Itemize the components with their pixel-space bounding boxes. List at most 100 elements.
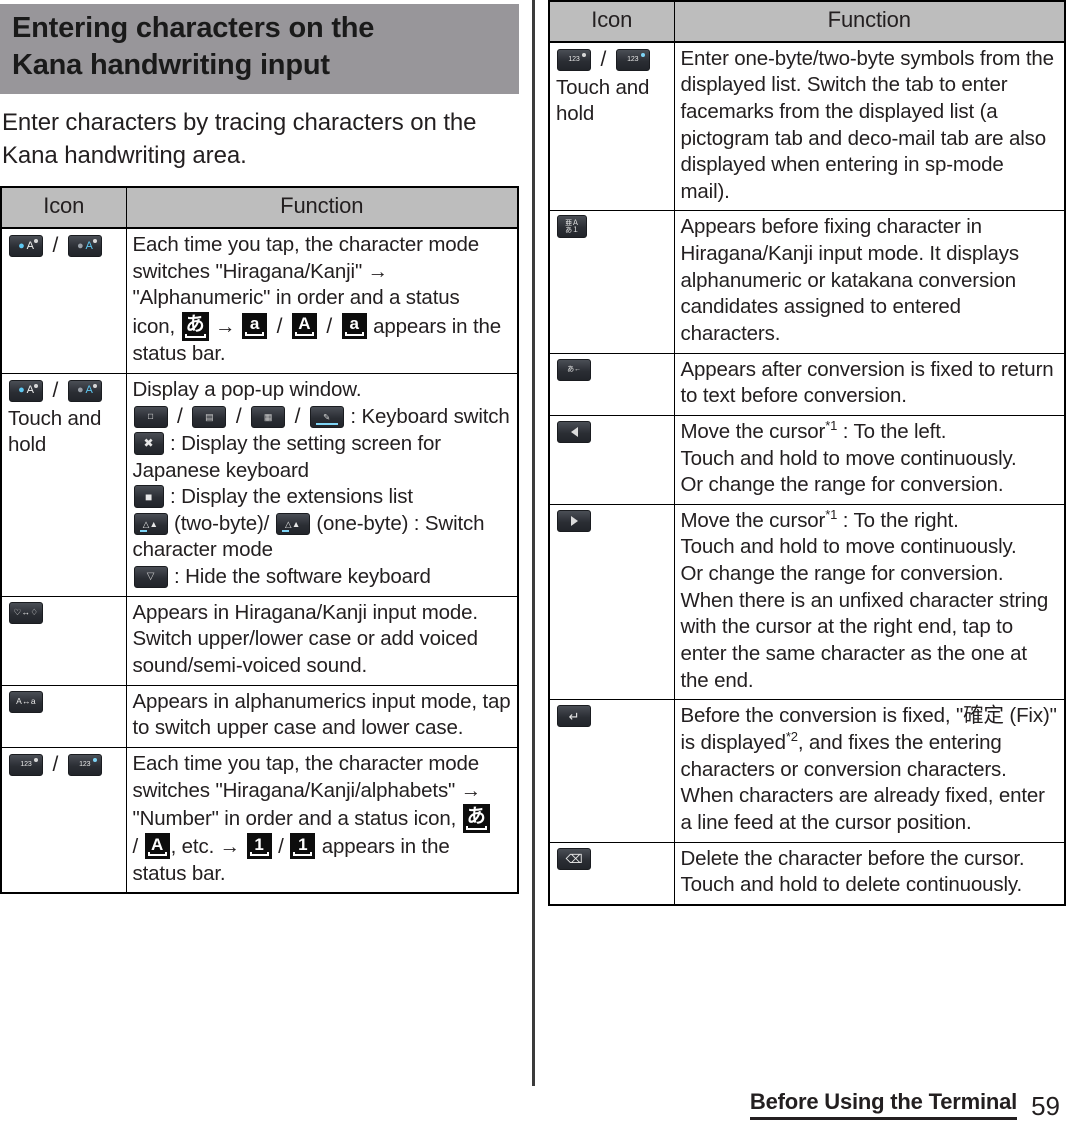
status-icon-number-1: 1 bbox=[246, 833, 272, 860]
status-icon-lower-a-alt: a bbox=[341, 312, 367, 339]
undo-conversion-icon: あ← bbox=[557, 358, 591, 381]
number-mode-icon-light: 123 bbox=[67, 753, 102, 776]
status-icon-upper-a: A bbox=[291, 312, 317, 339]
icon-cell: 123 / 123 bbox=[0, 746, 127, 894]
function-text-l3: "Alphanumeric" in order and a status bbox=[132, 286, 460, 310]
header-function: Function bbox=[125, 186, 519, 230]
table-row: Move the cursor*1 : To the right. Touch … bbox=[548, 503, 1066, 701]
extensions-text: : Display the extensions list bbox=[170, 485, 413, 509]
right-column: Icon Function 123 / 123 Touch and hold E… bbox=[548, 0, 1066, 906]
settings-tools-icon: ✖ bbox=[133, 431, 164, 455]
left-column: Entering characters on the Kana handwrit… bbox=[0, 0, 519, 895]
function-text-l5: status bar. bbox=[132, 861, 226, 885]
page-title: Entering characters on the Kana handwrit… bbox=[12, 10, 509, 84]
two-byte-mode-icon: △▲ bbox=[133, 512, 168, 535]
table-header-row: Icon Function bbox=[0, 186, 519, 230]
function-cell: Display a pop-up window. ☐ / ▤ / ▦ / ✎ :… bbox=[125, 372, 519, 597]
cursor-right-icon bbox=[557, 509, 591, 532]
keyboard-switch-handwriting-icon: ✎ bbox=[309, 406, 344, 429]
status-icon-lower-a: a bbox=[242, 312, 268, 339]
status-icon-number-1-alt: 1 bbox=[290, 833, 316, 860]
etc-text: , etc. → bbox=[170, 835, 241, 859]
two-byte-label: (two-byte)/ bbox=[174, 511, 270, 535]
kbd-switch-text: : Keyboard switch bbox=[350, 405, 510, 429]
sep2: / bbox=[278, 835, 284, 859]
upper-lower-voiced-icon: ♡↔♢ bbox=[9, 601, 43, 624]
hide-keyboard-icon: ▽ bbox=[133, 566, 168, 589]
separator-slash: / bbox=[52, 752, 59, 776]
icon-cell: あ← bbox=[548, 352, 675, 416]
icon-cell: ♡↔♢ bbox=[0, 595, 127, 686]
function-cell: Move the cursor*1 : To the left. Touch a… bbox=[673, 414, 1066, 505]
page-title-line2: Kana handwriting input bbox=[12, 49, 330, 82]
icon-cell bbox=[548, 503, 675, 701]
icon-cell: 亜Ａ あ１ bbox=[548, 210, 675, 354]
table-row: Move the cursor*1 : To the left. Touch a… bbox=[548, 414, 1066, 505]
popup-intro: Display a pop-up window. bbox=[132, 377, 362, 401]
settings-text-cont: Japanese keyboard bbox=[132, 458, 310, 482]
icon-cell: ⌫ bbox=[548, 841, 675, 906]
status-icon-hiragana: あ bbox=[462, 804, 490, 834]
touch-and-hold-label: Touch and hold bbox=[556, 76, 650, 125]
table-header-row: Icon Function bbox=[548, 0, 1066, 43]
icon-cell: ● A / ● A Touch and hold bbox=[0, 372, 127, 597]
footer-page-number: 59 bbox=[1031, 1091, 1060, 1121]
enter-fix-icon: ↵ bbox=[557, 705, 591, 728]
character-mode-switch-icon-dark: ● A bbox=[9, 379, 43, 402]
table-row: 亜Ａ あ１ Appears before fixing character in … bbox=[548, 210, 1066, 354]
footnote-marker: *1 bbox=[825, 418, 838, 434]
cursor-right-extra-1: Touch and hold to move continuously. bbox=[680, 535, 1017, 559]
function-cell: Appears before fixing character in Hirag… bbox=[673, 210, 1066, 354]
settings-text: : Display the setting screen for bbox=[170, 431, 441, 455]
icon-cell: 123 / 123 Touch and hold bbox=[548, 41, 675, 212]
table-row: 123 / 123 Touch and hold Enter one-byte/… bbox=[548, 41, 1066, 212]
separator-slash: / bbox=[600, 47, 607, 71]
one-byte-label: (one-byte) : Switch bbox=[316, 511, 485, 535]
function-text-l2: switches "Hiragana/Kanji/alphabets" → bbox=[132, 778, 482, 802]
function-cell: Move the cursor*1 : To the right. Touch … bbox=[673, 503, 1066, 701]
keyboard-switch-grid-icon: ▦ bbox=[251, 406, 286, 429]
icon-cell: ● A / ● A bbox=[0, 227, 127, 374]
function-cell: Each time you tap, the character mode sw… bbox=[125, 227, 519, 374]
cursor-left-extra-2: Or change the range for conversion. bbox=[680, 473, 1004, 497]
function-text-l5: status bar. bbox=[132, 341, 226, 365]
icon-cell bbox=[548, 414, 675, 505]
status-icon-upper-a: A bbox=[144, 833, 170, 860]
column-divider bbox=[532, 0, 535, 1086]
cursor-right-text-post: : To the right. bbox=[837, 508, 959, 532]
footnote-marker: *2 bbox=[785, 729, 798, 745]
character-mode-switch-icon-light: ● A bbox=[67, 379, 102, 402]
cursor-right-text: Move the cursor bbox=[680, 508, 826, 532]
table-row: A↔a Appears in alphanumerics input mode,… bbox=[0, 684, 519, 748]
table-row: あ← Appears after conversion is fixed to … bbox=[548, 352, 1066, 416]
table-row: ● A / ● A Each time you tap, the character… bbox=[0, 227, 519, 374]
separator-slash: / bbox=[52, 234, 59, 258]
function-cell: Appears in Hiragana/Kanji input mode. Sw… bbox=[125, 595, 519, 686]
touch-and-hold-label: Touch and hold bbox=[8, 407, 102, 456]
cursor-left-extra-1: Touch and hold to move continuously. bbox=[680, 446, 1017, 470]
status-icon-hiragana: あ bbox=[181, 311, 209, 341]
sep1: / bbox=[132, 835, 139, 859]
case-switch-icon: A↔a bbox=[9, 690, 43, 713]
right-icon-function-table: Icon Function 123 / 123 Touch and hold E… bbox=[548, 0, 1066, 906]
page-footer: Before Using the Terminal 59 bbox=[749, 1089, 1060, 1121]
function-cell: Enter one-byte/two-byte symbols from the… bbox=[673, 41, 1066, 212]
cursor-right-extra-2: Or change the range for conversion. bbox=[680, 562, 1004, 586]
footnote-marker: *1 bbox=[825, 507, 838, 523]
status-icon-run: icon, あ → a / A / a appears in the bbox=[133, 311, 501, 341]
character-mode-switch-icon-dark: ● A bbox=[9, 235, 43, 258]
function-text-l3: "Number" in order and a status icon, bbox=[132, 807, 457, 831]
appears-text: appears in the bbox=[321, 835, 450, 859]
header-icon: Icon bbox=[0, 186, 127, 230]
page-title-line1: Entering characters on the bbox=[12, 12, 375, 44]
function-cell: Delete the character before the cursor. … bbox=[673, 841, 1066, 906]
hide-kbd-text: : Hide the software keyboard bbox=[174, 565, 431, 589]
keyboard-switch-qwerty-icon: ▤ bbox=[192, 406, 227, 429]
function-text-l2: switches "Hiragana/Kanji" → bbox=[132, 259, 389, 283]
conversion-candidates-icon: 亜Ａ あ１ bbox=[557, 215, 587, 239]
cursor-left-text: Move the cursor bbox=[680, 419, 826, 443]
cursor-right-extra-3: When there is an unfixed character strin… bbox=[680, 588, 1049, 692]
one-byte-mode-icon: △▲ bbox=[275, 512, 310, 535]
table-row: ♡↔♢ Appears in Hiragana/Kanji input mode… bbox=[0, 595, 519, 686]
char-mode-cont: character mode bbox=[132, 538, 273, 562]
